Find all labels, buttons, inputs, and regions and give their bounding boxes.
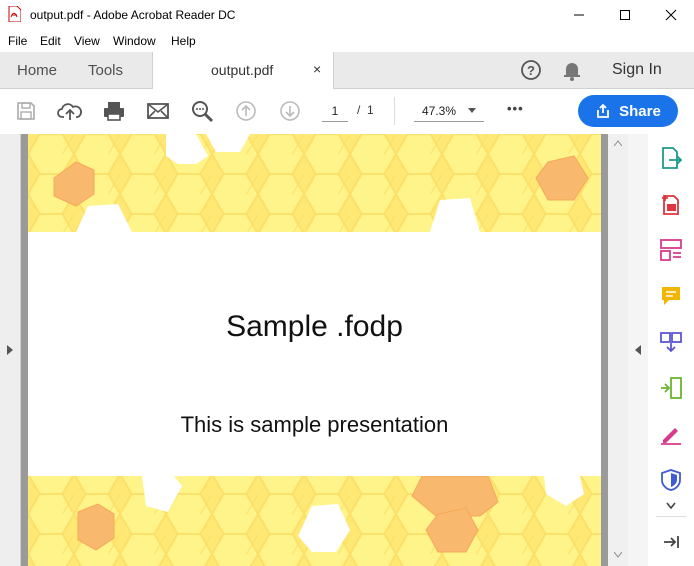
slide-subtitle: This is sample presentation (180, 412, 449, 437)
expand-panel-icon (664, 536, 679, 548)
acrobat-app-icon (8, 6, 21, 22)
tab-bar: Home Tools ? Sign In (0, 52, 694, 89)
create-pdf-tool[interactable] (659, 192, 683, 216)
bell-icon (564, 63, 580, 81)
menu-window[interactable]: Window (113, 34, 156, 48)
tab-home[interactable]: Home (17, 62, 57, 79)
page-number-input[interactable]: 1 (322, 101, 348, 122)
pdf-page: Sample .fodp This is sample presentation (28, 134, 601, 566)
menu-help[interactable]: Help (171, 34, 196, 48)
scroll-down-arrow-icon[interactable] (614, 552, 622, 558)
toolbar-divider (394, 97, 395, 125)
title-bar: output.pdf - Adobe Acrobat Reader DC (0, 0, 694, 30)
zoom-value: 47.3% (422, 104, 457, 118)
notifications-button[interactable] (560, 58, 584, 82)
vertical-scrollbar[interactable] (608, 134, 628, 566)
next-page-button[interactable] (276, 97, 304, 125)
sign-in-link[interactable]: Sign In (612, 61, 662, 79)
more-tools-button[interactable]: ••• (507, 101, 524, 116)
save-icon (17, 102, 35, 120)
organize-pages-icon (660, 239, 682, 261)
expand-left-panel-icon[interactable] (6, 344, 14, 356)
tab-tools[interactable]: Tools (88, 62, 123, 79)
zoom-select[interactable]: 47.3% (414, 101, 484, 122)
menu-bar: File Edit View Window Help (0, 30, 694, 53)
honeycomb-background (28, 134, 601, 566)
maximize-button[interactable] (602, 0, 648, 30)
slide-content-area (28, 232, 601, 476)
combine-files-tool[interactable] (659, 330, 683, 354)
share-label: Share (619, 102, 661, 120)
save-button[interactable] (12, 97, 40, 125)
email-button[interactable] (144, 97, 172, 125)
close-window-button[interactable] (648, 0, 694, 30)
scroll-up-arrow-icon[interactable] (614, 140, 622, 146)
right-panel-toggle-rail (628, 134, 649, 566)
left-panel-rail (0, 134, 21, 566)
more-tools-chevron-down-icon[interactable] (666, 502, 676, 510)
comment-tool[interactable] (659, 284, 683, 308)
chevron-down-icon (468, 108, 476, 113)
comment-icon (662, 287, 680, 305)
tab-document[interactable]: output.pdf × (152, 52, 334, 89)
print-icon (104, 102, 124, 121)
window-title: output.pdf - Adobe Acrobat Reader DC (30, 8, 236, 22)
panel-divider (656, 516, 686, 517)
document-tab-label: output.pdf (211, 62, 274, 78)
combine-files-icon (660, 332, 682, 353)
protect-icon (661, 469, 681, 491)
menu-edit[interactable]: Edit (40, 34, 61, 48)
minimize-button[interactable] (556, 0, 602, 30)
slide-title: Sample .fodp (226, 310, 403, 343)
page-separator: / (357, 103, 361, 117)
export-pdf-icon (662, 147, 683, 169)
close-icon (665, 9, 677, 21)
page-total: 1 (367, 103, 374, 117)
export-pdf-tool[interactable] (659, 146, 683, 170)
previous-page-button[interactable] (232, 97, 260, 125)
minimize-icon (574, 14, 584, 16)
page-up-icon (236, 101, 256, 121)
zoom-search-button[interactable] (188, 97, 216, 125)
right-tools-panel (648, 134, 694, 566)
collapse-right-panel-icon[interactable] (634, 344, 642, 356)
fill-sign-icon (661, 428, 681, 445)
help-button[interactable]: ? (519, 58, 543, 82)
zoom-search-icon (192, 101, 214, 123)
upload-cloud-icon (57, 103, 82, 120)
maximize-icon (620, 10, 630, 20)
share-button[interactable]: Share (578, 95, 678, 127)
share-icon (597, 103, 610, 118)
svg-text:?: ? (527, 63, 535, 78)
collapse-tools-panel-button[interactable] (659, 530, 683, 554)
compress-icon (661, 377, 682, 399)
help-icon: ? (521, 60, 541, 80)
compress-tool[interactable] (659, 376, 683, 400)
fill-sign-tool[interactable] (659, 422, 683, 446)
organize-pages-tool[interactable] (659, 238, 683, 262)
mail-icon (147, 103, 169, 119)
print-button[interactable] (100, 97, 128, 125)
menu-view[interactable]: View (74, 34, 100, 48)
close-tab-button[interactable]: × (313, 61, 321, 77)
create-pdf-icon (662, 195, 679, 215)
protect-tool[interactable] (659, 468, 683, 492)
menu-file[interactable]: File (8, 34, 27, 48)
upload-button[interactable] (56, 97, 84, 125)
page-down-icon (280, 101, 300, 121)
toolbar: 1 / 1 47.3% ••• Share (0, 89, 694, 135)
